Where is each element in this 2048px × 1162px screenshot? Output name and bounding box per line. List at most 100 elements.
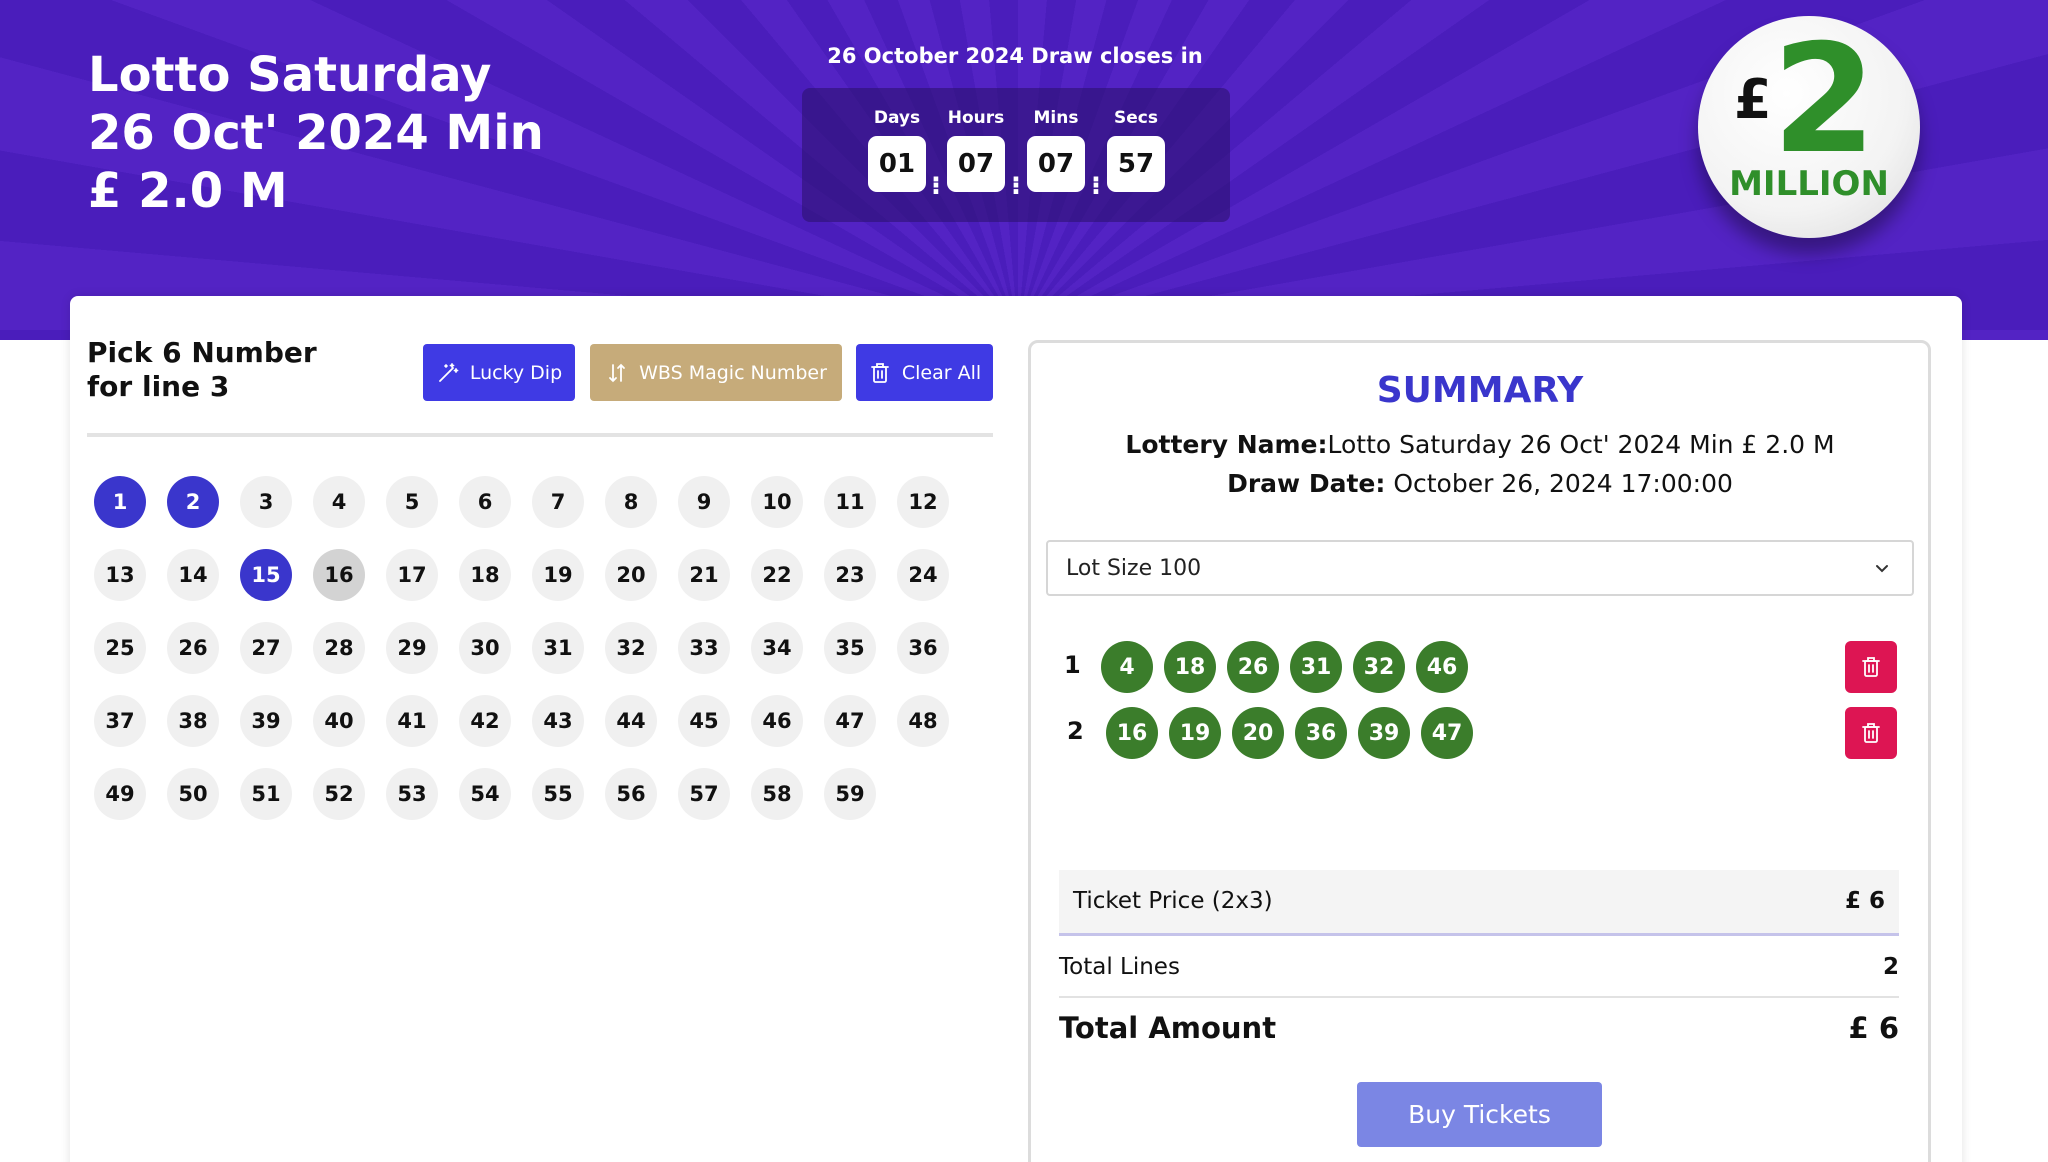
number-ball[interactable]: 20	[605, 549, 657, 601]
number-ball[interactable]: 32	[605, 622, 657, 674]
number-ball[interactable]: 21	[678, 549, 730, 601]
number-ball[interactable]: 22	[751, 549, 803, 601]
number-ball[interactable]: 55	[532, 768, 584, 820]
number-ball[interactable]: 45	[678, 695, 730, 747]
number-ball[interactable]: 41	[386, 695, 438, 747]
number-ball[interactable]: 28	[313, 622, 365, 674]
number-ball[interactable]: 24	[897, 549, 949, 601]
lottery-name-value: Lotto Saturday 26 Oct' 2024 Min £ 2.0 M	[1327, 430, 1835, 459]
jackpot-unit: MILLION	[1729, 164, 1889, 204]
number-ball[interactable]: 26	[167, 622, 219, 674]
number-ball[interactable]: 16	[313, 549, 365, 601]
lottery-title-line: 26 Oct' 2024 Min	[88, 105, 544, 161]
number-ball[interactable]: 6	[459, 476, 511, 528]
number-ball[interactable]: 50	[167, 768, 219, 820]
lucky-dip-button[interactable]: Lucky Dip	[423, 344, 575, 401]
countdown-mins-value: 07	[1027, 136, 1085, 192]
summary-divider	[1059, 996, 1899, 998]
number-ball[interactable]: 43	[532, 695, 584, 747]
magic-number-button[interactable]: WBS Magic Number	[590, 344, 842, 401]
countdown-caption: 26 October 2024 Draw closes in	[827, 44, 1203, 68]
countdown-separator: ⁝	[931, 171, 941, 201]
total-lines-label: Total Lines	[1059, 954, 1180, 980]
lot-size-select[interactable]: Lot Size 100	[1046, 540, 1914, 596]
number-ball[interactable]: 39	[240, 695, 292, 747]
line-ball: 31	[1290, 641, 1342, 693]
countdown-hours-label: Hours	[947, 108, 1005, 128]
number-ball[interactable]: 36	[897, 622, 949, 674]
number-ball[interactable]: 1	[94, 476, 146, 528]
pick-title-line: for line 3	[87, 370, 230, 403]
number-ball[interactable]: 58	[751, 768, 803, 820]
number-ball[interactable]: 34	[751, 622, 803, 674]
number-ball[interactable]: 59	[824, 768, 876, 820]
lottery-title: Lotto Saturday 26 Oct' 2024 Min £ 2.0 M	[88, 46, 608, 220]
buy-tickets-button[interactable]: Buy Tickets	[1357, 1082, 1602, 1147]
delete-line-button[interactable]	[1845, 707, 1897, 759]
countdown-mins-label: Mins	[1033, 108, 1079, 128]
number-ball[interactable]: 23	[824, 549, 876, 601]
number-ball[interactable]: 33	[678, 622, 730, 674]
number-ball[interactable]: 44	[605, 695, 657, 747]
number-ball[interactable]: 48	[897, 695, 949, 747]
total-lines-value: 2	[1882, 954, 1899, 980]
clear-all-button[interactable]: Clear All	[856, 344, 993, 401]
number-ball[interactable]: 25	[94, 622, 146, 674]
line-ball: 20	[1232, 707, 1284, 759]
jackpot-currency: £	[1734, 68, 1772, 131]
number-ball[interactable]: 31	[532, 622, 584, 674]
draw-date-label: Draw Date:	[1227, 469, 1386, 498]
number-ball[interactable]: 40	[313, 695, 365, 747]
number-ball[interactable]: 19	[532, 549, 584, 601]
number-ball[interactable]: 12	[897, 476, 949, 528]
countdown-timer: Days 01 ⁝ Hours 07 ⁝ Mins 07 ⁝ Secs 57	[802, 88, 1230, 222]
delete-line-button[interactable]	[1845, 641, 1897, 693]
number-ball[interactable]: 56	[605, 768, 657, 820]
picker-divider	[87, 433, 993, 437]
number-ball[interactable]: 2	[167, 476, 219, 528]
number-ball[interactable]: 13	[94, 549, 146, 601]
lottery-name-label: Lottery Name:	[1125, 430, 1328, 459]
number-ball[interactable]: 51	[240, 768, 292, 820]
number-ball[interactable]: 47	[824, 695, 876, 747]
number-ball[interactable]: 38	[167, 695, 219, 747]
number-ball[interactable]: 18	[459, 549, 511, 601]
number-ball[interactable]: 35	[824, 622, 876, 674]
number-ball[interactable]: 10	[751, 476, 803, 528]
number-ball[interactable]: 9	[678, 476, 730, 528]
number-ball[interactable]: 49	[94, 768, 146, 820]
line-ball: 32	[1353, 641, 1405, 693]
line-ball: 19	[1169, 707, 1221, 759]
number-ball[interactable]: 27	[240, 622, 292, 674]
number-ball[interactable]: 17	[386, 549, 438, 601]
number-ball[interactable]: 53	[386, 768, 438, 820]
number-ball[interactable]: 15	[240, 549, 292, 601]
number-ball[interactable]: 7	[532, 476, 584, 528]
number-ball[interactable]: 46	[751, 695, 803, 747]
line-number: 1	[1064, 651, 1081, 679]
line-ball: 18	[1164, 641, 1216, 693]
total-amount-label: Total Amount	[1059, 1011, 1277, 1045]
number-ball[interactable]: 4	[313, 476, 365, 528]
pick-title-line: Pick 6 Number	[87, 336, 317, 369]
number-ball[interactable]: 8	[605, 476, 657, 528]
lottery-name-row: Lottery Name:Lotto Saturday 26 Oct' 2024…	[1030, 430, 1930, 459]
number-ball[interactable]: 30	[459, 622, 511, 674]
number-ball[interactable]: 37	[94, 695, 146, 747]
number-ball[interactable]: 14	[167, 549, 219, 601]
total-amount-value: £ 6	[1848, 1011, 1899, 1045]
countdown-hours: Hours 07	[947, 108, 1005, 192]
number-ball[interactable]: 29	[386, 622, 438, 674]
number-ball[interactable]: 3	[240, 476, 292, 528]
lot-size-value: Lot Size 100	[1066, 555, 1202, 581]
number-ball[interactable]: 42	[459, 695, 511, 747]
number-ball[interactable]: 57	[678, 768, 730, 820]
draw-date-row: Draw Date: October 26, 2024 17:00:00	[1030, 469, 1930, 498]
number-ball[interactable]: 11	[824, 476, 876, 528]
pick-title: Pick 6 Number for line 3	[87, 336, 317, 404]
line-ball: 46	[1416, 641, 1468, 693]
number-ball[interactable]: 52	[313, 768, 365, 820]
number-ball[interactable]: 54	[459, 768, 511, 820]
lucky-dip-label: Lucky Dip	[469, 361, 563, 384]
number-ball[interactable]: 5	[386, 476, 438, 528]
